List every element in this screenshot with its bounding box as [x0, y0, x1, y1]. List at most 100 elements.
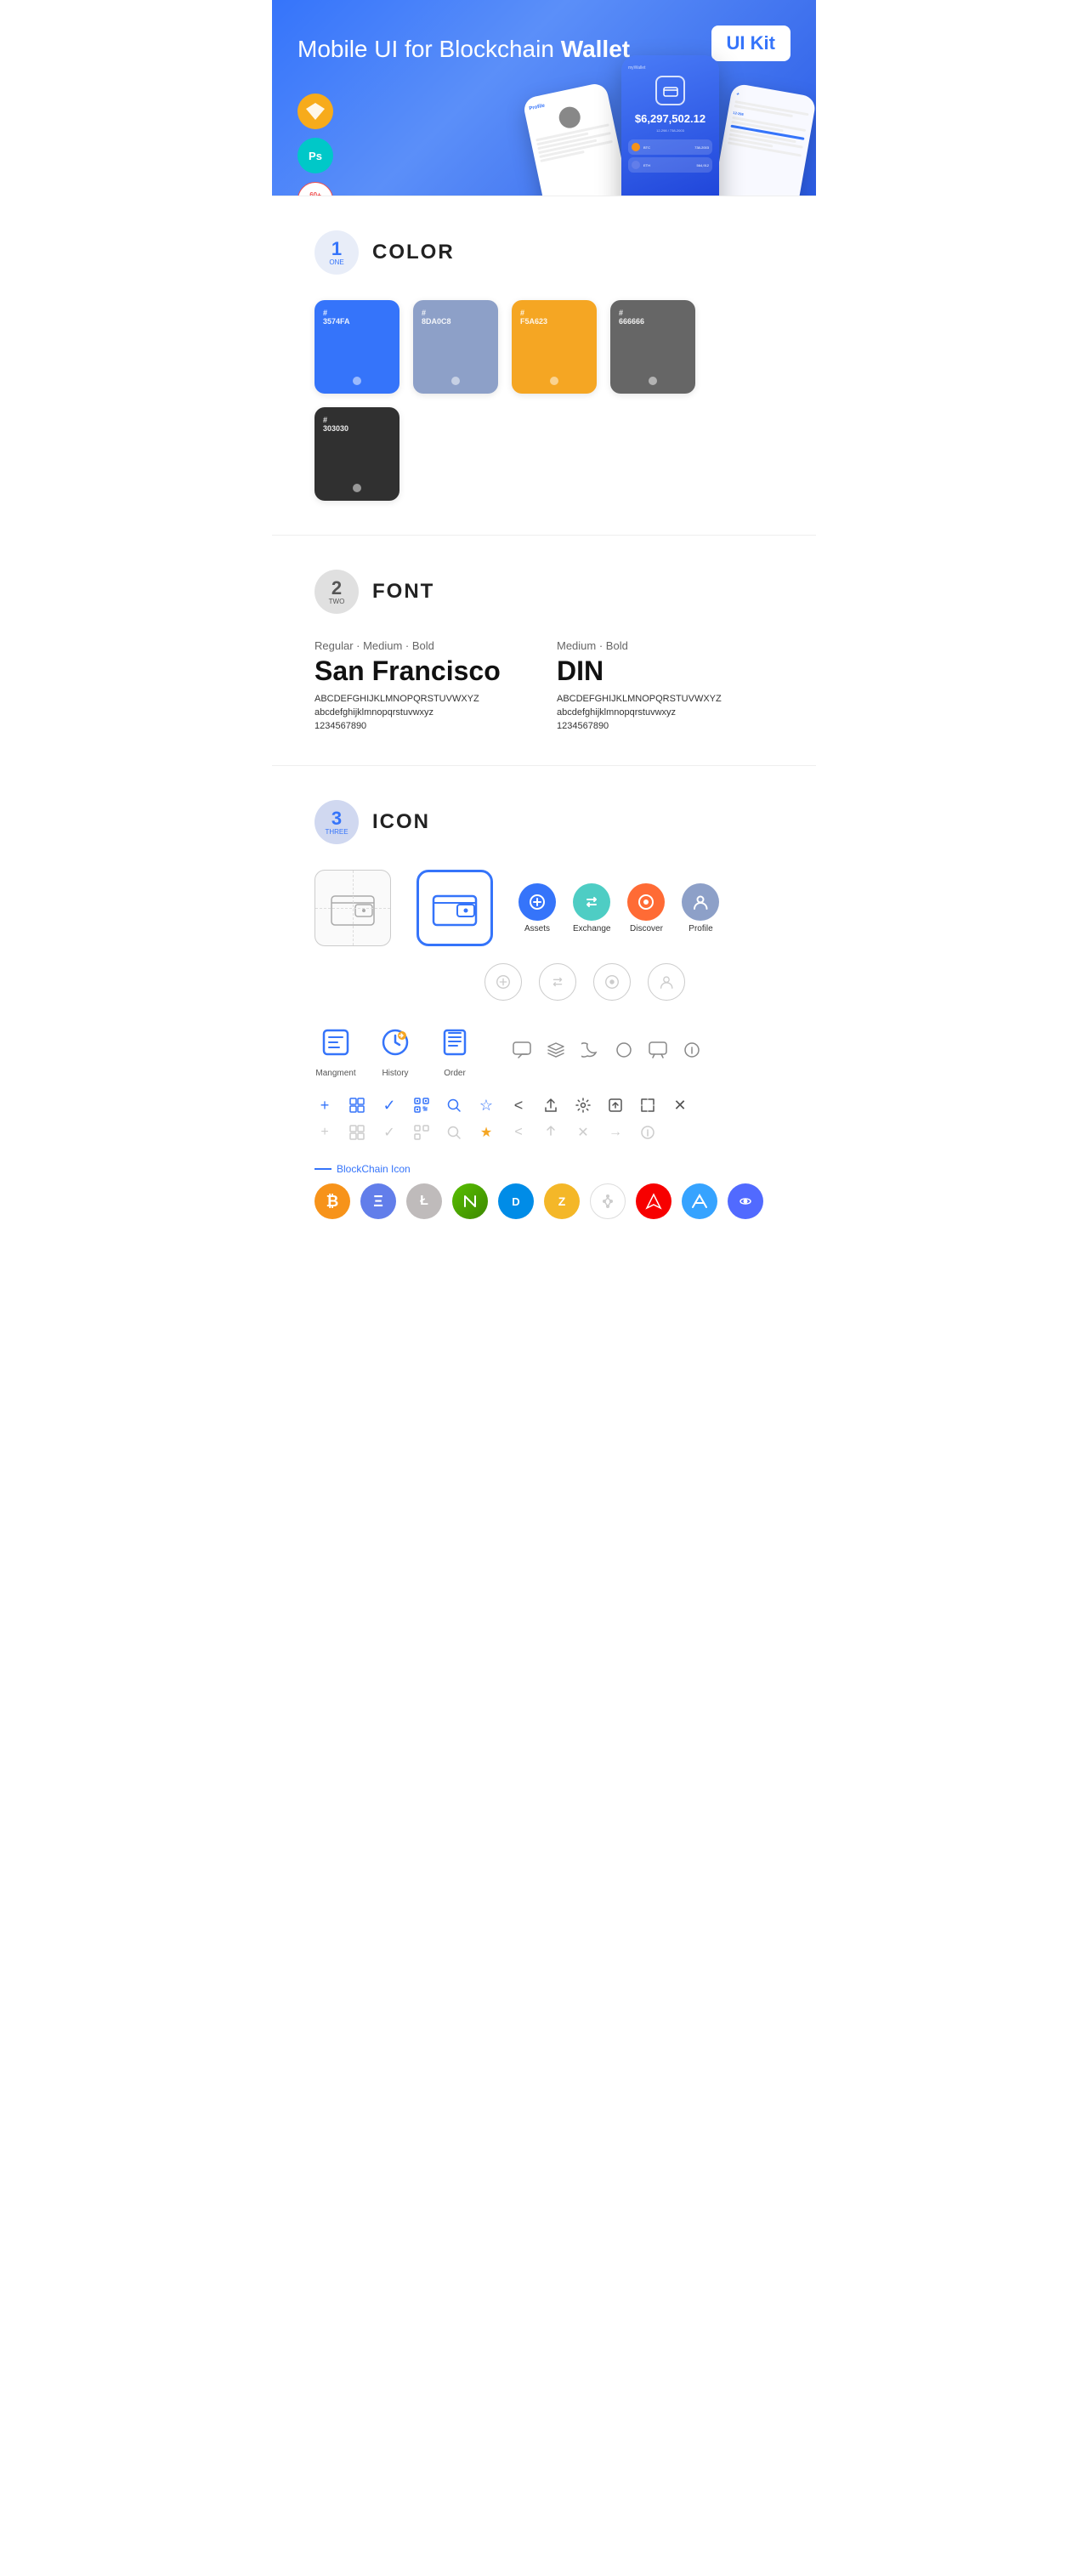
arrow-ghost-icon: → [605, 1122, 626, 1143]
iota-icon [590, 1183, 626, 1219]
dash-icon: D [498, 1183, 534, 1219]
hero-badges: Ps 60+Screens [298, 94, 333, 196]
nav-discover-item: Discover [627, 883, 665, 933]
neo-icon [452, 1183, 488, 1219]
section-number-1: 1 ONE [314, 230, 359, 275]
share-icon [541, 1095, 561, 1115]
phone-3: + 12-298 [707, 82, 816, 196]
font-din-numbers: 1234567890 [557, 721, 774, 731]
share-ghost-icon [541, 1122, 561, 1143]
font-sf-style: Regular · Medium · Bold [314, 639, 531, 652]
exchange-ghost-icon [539, 963, 576, 1001]
profile-icon [682, 883, 719, 921]
moon-icon [578, 1038, 602, 1062]
nav-assets-item: Assets [518, 883, 556, 933]
font-din-name: DIN [557, 655, 774, 687]
chat-icon [510, 1038, 534, 1062]
blockchain-line-decoration [314, 1168, 332, 1170]
management-icon-item: Mangment [314, 1021, 357, 1078]
star-icon: ☆ [476, 1095, 496, 1115]
circle-icon [612, 1038, 636, 1062]
screens-badge: 60+Screens [298, 182, 333, 196]
chevron-left-ghost-icon: < [508, 1122, 529, 1143]
color-section-title: COLOR [372, 241, 455, 264]
color-section: 1 ONE COLOR #3574FA #8DA0C8 #F5A623 #666… [272, 196, 816, 535]
chevron-left-icon: < [508, 1095, 529, 1115]
wallet-filled-icon [416, 870, 493, 946]
font-sf: Regular · Medium · Bold San Francisco AB… [314, 639, 531, 731]
x-ghost-icon: ✕ [573, 1122, 593, 1143]
chat2-icon [646, 1038, 670, 1062]
color-section-header: 1 ONE COLOR [314, 230, 774, 275]
nav-icons-ghost [484, 963, 774, 1001]
font-grid: Regular · Medium · Bold San Francisco AB… [314, 639, 774, 731]
color-swatches: #3574FA #8DA0C8 #F5A623 #666666 #303030 [314, 300, 774, 501]
phone-mockups: Profile myWallet $6,297,502.12 12-298 / … [533, 55, 808, 196]
font-sf-name: San Francisco [314, 655, 531, 687]
phone-1: Profile [522, 82, 636, 196]
font-din: Medium · Bold DIN ABCDEFGHIJKLMNOPQRSTUV… [557, 639, 774, 731]
font-section: 2 TWO FONT Regular · Medium · Bold San F… [272, 536, 816, 765]
info-ghost-icon [638, 1122, 658, 1143]
font-din-uppercase: ABCDEFGHIJKLMNOPQRSTUVWXYZ [557, 694, 774, 704]
management-label: Mangment [315, 1069, 355, 1078]
color-swatch-black: #303030 [314, 407, 400, 501]
band-icon [728, 1183, 763, 1219]
crypto-icons-row: ₿ Ξ Ł D Z [314, 1183, 774, 1219]
hero-title-normal: Mobile UI for Blockchain [298, 36, 561, 62]
qr-icon [411, 1095, 432, 1115]
discover-label: Discover [630, 924, 663, 933]
tools-icons-row-ghost: + ✓ ★ < ✕ → [314, 1122, 774, 1143]
color-swatch-dark-gray: #666666 [610, 300, 695, 394]
font-section-header: 2 TWO FONT [314, 570, 774, 614]
check-ghost-icon: ✓ [379, 1122, 400, 1143]
assets-ghost-icon [484, 963, 522, 1001]
sketch-badge [298, 94, 333, 129]
close-icon: ✕ [670, 1095, 690, 1115]
color-swatch-gray-blue: #8DA0C8 [413, 300, 498, 394]
tools-icons-row-blue: + ✓ ☆ < ✕ [314, 1095, 774, 1115]
color-swatch-orange: #F5A623 [512, 300, 597, 394]
nav-icons-filled: Assets Exchange Discover Profile [518, 883, 719, 933]
search-icon [444, 1095, 464, 1115]
resize-icon [638, 1095, 658, 1115]
upload-icon [605, 1095, 626, 1115]
blockchain-label-area: BlockChain Icon ₿ Ξ Ł D Z [314, 1163, 774, 1219]
eth-icon: Ξ [360, 1183, 396, 1219]
order-icon-item: Order [434, 1021, 476, 1078]
history-icon-item: History [374, 1021, 416, 1078]
order-label: Order [444, 1069, 466, 1078]
grid-icon [347, 1095, 367, 1115]
profile-label: Profile [688, 924, 712, 933]
check-icon: ✓ [379, 1095, 400, 1115]
exchange-label: Exchange [573, 924, 610, 933]
discover-ghost-icon [593, 963, 631, 1001]
layers-icon [544, 1038, 568, 1062]
font-sf-lowercase: abcdefghijklmnopqrstuvwxyz [314, 707, 531, 718]
icon-section-header: 3 THREE ICON [314, 800, 774, 844]
info-icon [680, 1038, 704, 1062]
phone-2: myWallet $6,297,502.12 12-298 / 738-2003… [621, 55, 719, 196]
plus-icon: + [314, 1095, 335, 1115]
qr-ghost-icon [411, 1122, 432, 1143]
discover-icon [627, 883, 665, 921]
icon-showcase: Assets Exchange Discover Profile [314, 870, 774, 946]
zcash-icon: Z [544, 1183, 580, 1219]
font-din-lowercase: abcdefghijklmnopqrstuvwxyz [557, 707, 774, 718]
font-sf-uppercase: ABCDEFGHIJKLMNOPQRSTUVWXYZ [314, 694, 531, 704]
settings-icon [573, 1095, 593, 1115]
ps-badge: Ps [298, 138, 333, 173]
font-din-style: Medium · Bold [557, 639, 774, 652]
profile-ghost-icon [648, 963, 685, 1001]
color-swatch-blue: #3574FA [314, 300, 400, 394]
grid-ghost-icon [347, 1122, 367, 1143]
nav-profile-item: Profile [682, 883, 719, 933]
font-section-title: FONT [372, 580, 434, 604]
section-number-2: 2 TWO [314, 570, 359, 614]
nuls-icon [682, 1183, 717, 1219]
history-label: History [382, 1069, 408, 1078]
app-icons-row: Mangment History Order [314, 1021, 774, 1078]
plus-ghost-icon: + [314, 1122, 335, 1143]
exchange-icon [573, 883, 610, 921]
wallet-wireframe-icon [314, 870, 391, 946]
